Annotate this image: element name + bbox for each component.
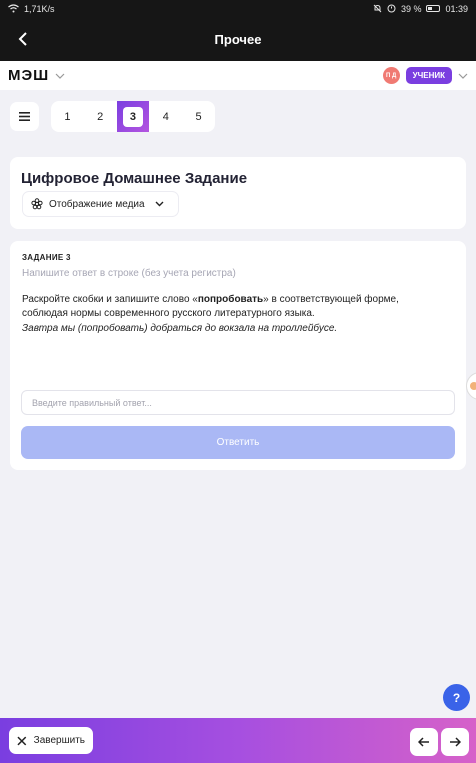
chevron-left-icon: [18, 32, 27, 46]
footer-bar: Завершить: [0, 718, 476, 763]
page-button-2[interactable]: 2: [84, 101, 117, 132]
arrow-left-icon: [418, 737, 429, 747]
close-icon: [17, 736, 27, 745]
finish-label: Завершить: [33, 735, 85, 746]
logo-menu[interactable]: МЭШ: [8, 67, 65, 84]
status-bar: 1,71K/s 39 % 01:39: [0, 0, 476, 17]
page-button-3-active[interactable]: 3: [116, 101, 150, 132]
task-label: ЗАДАНИЕ 3: [22, 253, 71, 262]
flower-icon: [31, 198, 43, 210]
back-button[interactable]: [10, 26, 36, 52]
help-button[interactable]: ?: [443, 684, 470, 711]
chevron-down-icon: [55, 73, 65, 79]
battery-percent: 39 %: [400, 3, 422, 14]
homework-title: Цифровое Домашнее Задание: [21, 170, 248, 187]
profile-chevron-down-icon[interactable]: [458, 73, 468, 79]
avatar[interactable]: П Д: [382, 67, 400, 84]
app-header: МЭШ П Д УЧЕНИК: [0, 61, 476, 90]
arrow-right-icon: [450, 737, 461, 747]
task-instructions: Раскройте скобки и запишите слово «попро…: [22, 294, 399, 319]
media-display-button[interactable]: Отображение медиа: [22, 191, 179, 217]
title-bar: Прочее: [0, 17, 476, 61]
mute-bell-icon: [373, 4, 382, 13]
logo: МЭШ: [8, 67, 50, 84]
menu-button[interactable]: [10, 102, 39, 131]
task-sentence: Завтра мы (попробовать) добраться до вок…: [22, 323, 338, 334]
media-chevron-down-icon: [155, 201, 164, 207]
battery-icon: [426, 5, 441, 12]
next-task-button[interactable]: [441, 728, 469, 756]
clock: 01:39: [445, 3, 468, 14]
wifi-icon: [8, 4, 19, 13]
side-panel-handle[interactable]: [466, 372, 476, 400]
page-button-4[interactable]: 4: [149, 101, 182, 132]
task-hint: Напишите ответ в строке (без учета регис…: [22, 268, 236, 279]
submit-answer-button[interactable]: Ответить: [21, 426, 455, 459]
page-button-1[interactable]: 1: [51, 101, 84, 132]
hamburger-icon: [19, 112, 30, 121]
answer-input[interactable]: [21, 390, 455, 415]
page-button-5[interactable]: 5: [182, 101, 215, 132]
finish-button[interactable]: Завершить: [9, 727, 93, 754]
task-pager: 1 2 3 4 5: [51, 101, 215, 132]
network-speed: 1,71K/s: [24, 3, 55, 14]
media-display-label: Отображение медиа: [49, 198, 145, 210]
target-word: попробовать: [197, 294, 264, 305]
timer-icon: [387, 4, 396, 13]
role-badge: УЧЕНИК: [405, 67, 452, 84]
side-panel-dot-icon: [470, 382, 476, 390]
page-title: Прочее: [214, 31, 262, 47]
previous-task-button[interactable]: [410, 728, 438, 756]
